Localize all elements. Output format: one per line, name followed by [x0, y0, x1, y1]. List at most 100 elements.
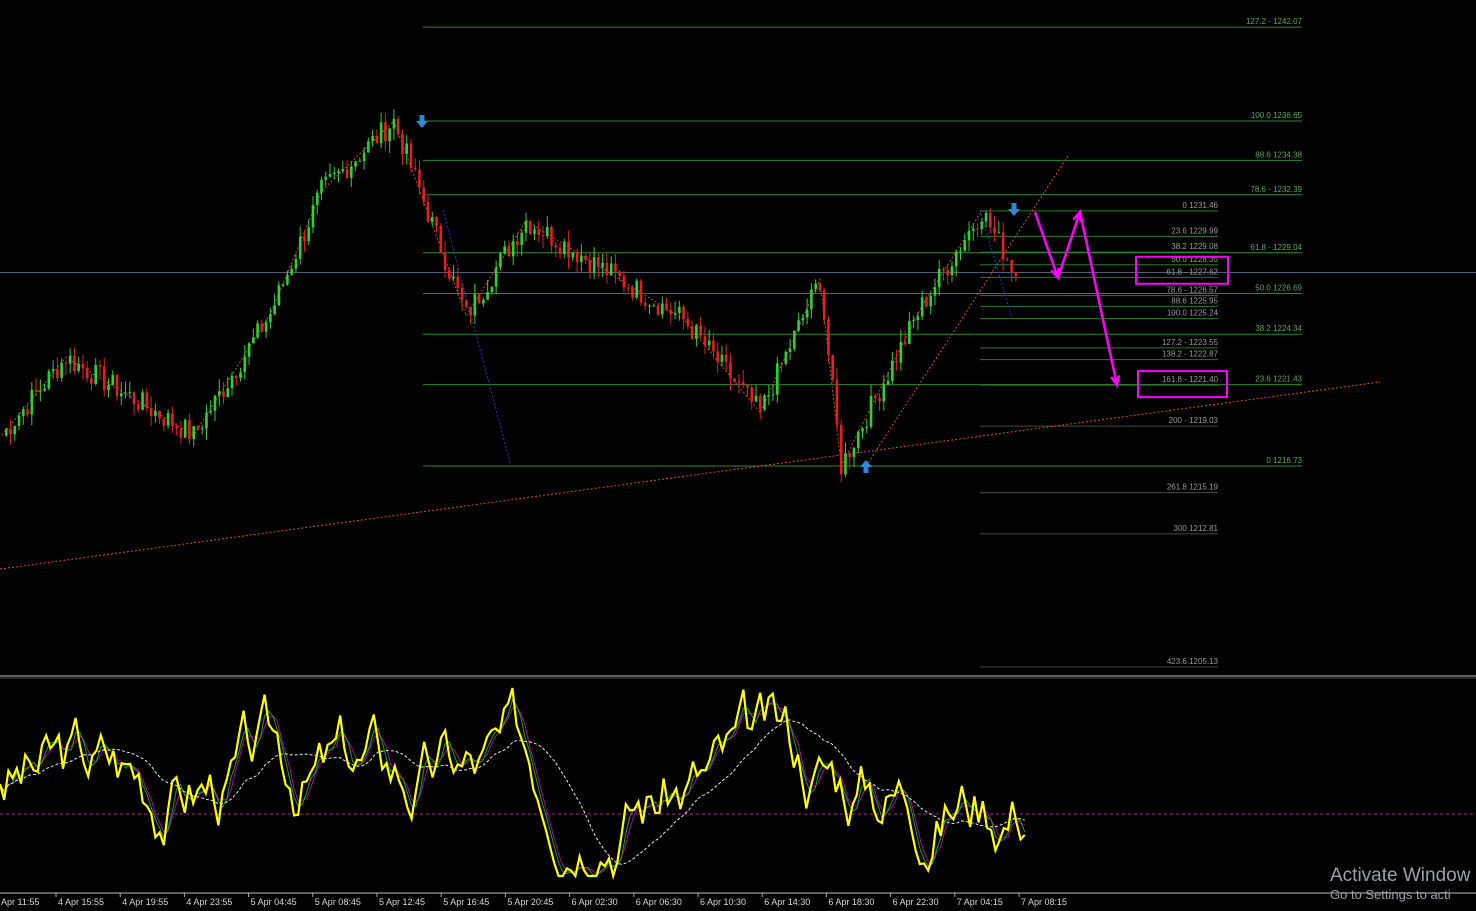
candle-body	[119, 393, 123, 397]
candle-body	[959, 250, 962, 252]
candle-body	[984, 212, 988, 222]
trend-lines	[0, 155, 1381, 570]
time-axis-label: 4 Apr 19:55	[122, 897, 168, 907]
candle-body	[592, 257, 596, 273]
candle-body	[277, 285, 281, 306]
candle-body	[533, 229, 536, 234]
fib-level-label: 61.8 - 1229.04	[1250, 243, 1302, 252]
candle-body	[963, 240, 967, 251]
candle-body	[56, 369, 59, 379]
candle-body	[669, 310, 673, 315]
candle-body	[780, 363, 783, 365]
candle-body	[243, 356, 247, 373]
candle-body	[239, 372, 242, 378]
candle-body	[409, 143, 413, 168]
candle-body	[682, 306, 685, 319]
candle-body	[852, 447, 856, 458]
down-arrow-marker	[1008, 203, 1020, 216]
fib-ext-label: 61.8 - 1227.62	[1166, 267, 1218, 276]
candle-body	[784, 351, 788, 364]
fib-level-label: 50.0 1226.69	[1255, 284, 1302, 293]
candle-body	[68, 355, 72, 364]
time-axis-label: 7 Apr 04:15	[957, 897, 1003, 907]
candle-body	[601, 262, 604, 268]
candle-body	[635, 280, 639, 298]
candle-body	[98, 364, 102, 367]
projection-line-2	[979, 209, 1013, 319]
projection-line	[442, 209, 512, 467]
candle-body	[597, 257, 600, 268]
candle-body	[85, 368, 89, 379]
candle-body	[371, 135, 374, 142]
time-axis-label: 5 Apr 04:45	[251, 897, 297, 907]
down-arrow-marker	[416, 115, 428, 128]
candle-body	[379, 122, 383, 144]
candle-body	[899, 341, 903, 363]
candle-body	[141, 392, 144, 410]
fib-level-label: 38.2 1224.34	[1255, 324, 1302, 333]
candle-body	[273, 305, 276, 315]
candle-body	[465, 300, 468, 307]
candle-body	[516, 241, 519, 246]
forecast-segment	[1078, 211, 1119, 386]
forecast-segment	[1056, 211, 1082, 279]
candle-body	[149, 408, 153, 416]
candle-body	[226, 388, 230, 398]
candle-body	[235, 375, 238, 378]
candle-body	[575, 252, 579, 263]
candle-body	[448, 270, 451, 279]
candle-body	[605, 262, 609, 276]
candle-body	[814, 283, 817, 290]
candle-body	[648, 305, 651, 307]
time-axis-label: 4 Apr 23:55	[186, 897, 232, 907]
candle-body	[337, 171, 340, 173]
fib-ext-label: 100.0 1225.24	[1167, 309, 1219, 318]
candle-body	[30, 389, 34, 415]
candle-body	[528, 220, 532, 234]
candle-body	[90, 378, 93, 384]
forecast-segment	[1033, 211, 1060, 279]
candle-body	[652, 305, 656, 307]
candle-body	[584, 255, 587, 261]
candle-body	[524, 220, 528, 233]
fib-level-label: 0 1216.73	[1266, 456, 1302, 465]
candle-body	[631, 288, 634, 298]
candle-body	[9, 428, 12, 435]
time-axis-label: 5 Apr 16:45	[443, 897, 489, 907]
candle-body	[320, 179, 323, 193]
candle-body	[145, 392, 149, 409]
time-axis-label: 7 Apr 08:15	[1021, 897, 1067, 907]
candle-body	[490, 286, 494, 292]
candle-body	[209, 410, 213, 413]
fib-ext-label: 261.8 1215.19	[1167, 483, 1219, 492]
candle-body	[13, 425, 17, 435]
candle-body	[861, 428, 864, 432]
price-chart[interactable]: 127.2 - 1242.07 100.0 1236.65 88.6 1234.38…	[0, 0, 1476, 911]
candle-body	[758, 395, 762, 410]
candle-body	[656, 305, 660, 315]
fib-ext-label: 38.2 1229.08	[1171, 242, 1218, 251]
fibonacci-levels: 127.2 - 1242.07 100.0 1236.65 88.6 1234.38…	[0, 17, 1476, 668]
fib-level-label: 88.6 1234.38	[1255, 150, 1302, 159]
candle-body	[435, 217, 438, 227]
candle-body	[124, 392, 127, 394]
candle-body	[558, 247, 562, 255]
candle-body	[797, 320, 800, 331]
candle-body	[507, 246, 511, 257]
candle-body	[618, 271, 621, 276]
candle-body	[971, 228, 975, 231]
candle-body	[281, 284, 285, 286]
candle-body	[473, 294, 477, 316]
candle-body	[102, 366, 106, 390]
candle-body	[856, 431, 860, 448]
candle-body	[614, 263, 617, 272]
time-axis-label: 6 Apr 10:30	[700, 897, 746, 907]
candle-body	[776, 363, 779, 395]
candle-body	[908, 320, 911, 344]
time-axis-label: 6 Apr 06:30	[636, 897, 682, 907]
fib-ext-label: 78.6 - 1226.57	[1166, 286, 1218, 295]
candle-body	[822, 290, 826, 320]
candle-body	[678, 306, 681, 314]
candle-body	[520, 232, 524, 246]
activation-watermark: Activate Window Go to Settings to acti	[1330, 865, 1476, 903]
